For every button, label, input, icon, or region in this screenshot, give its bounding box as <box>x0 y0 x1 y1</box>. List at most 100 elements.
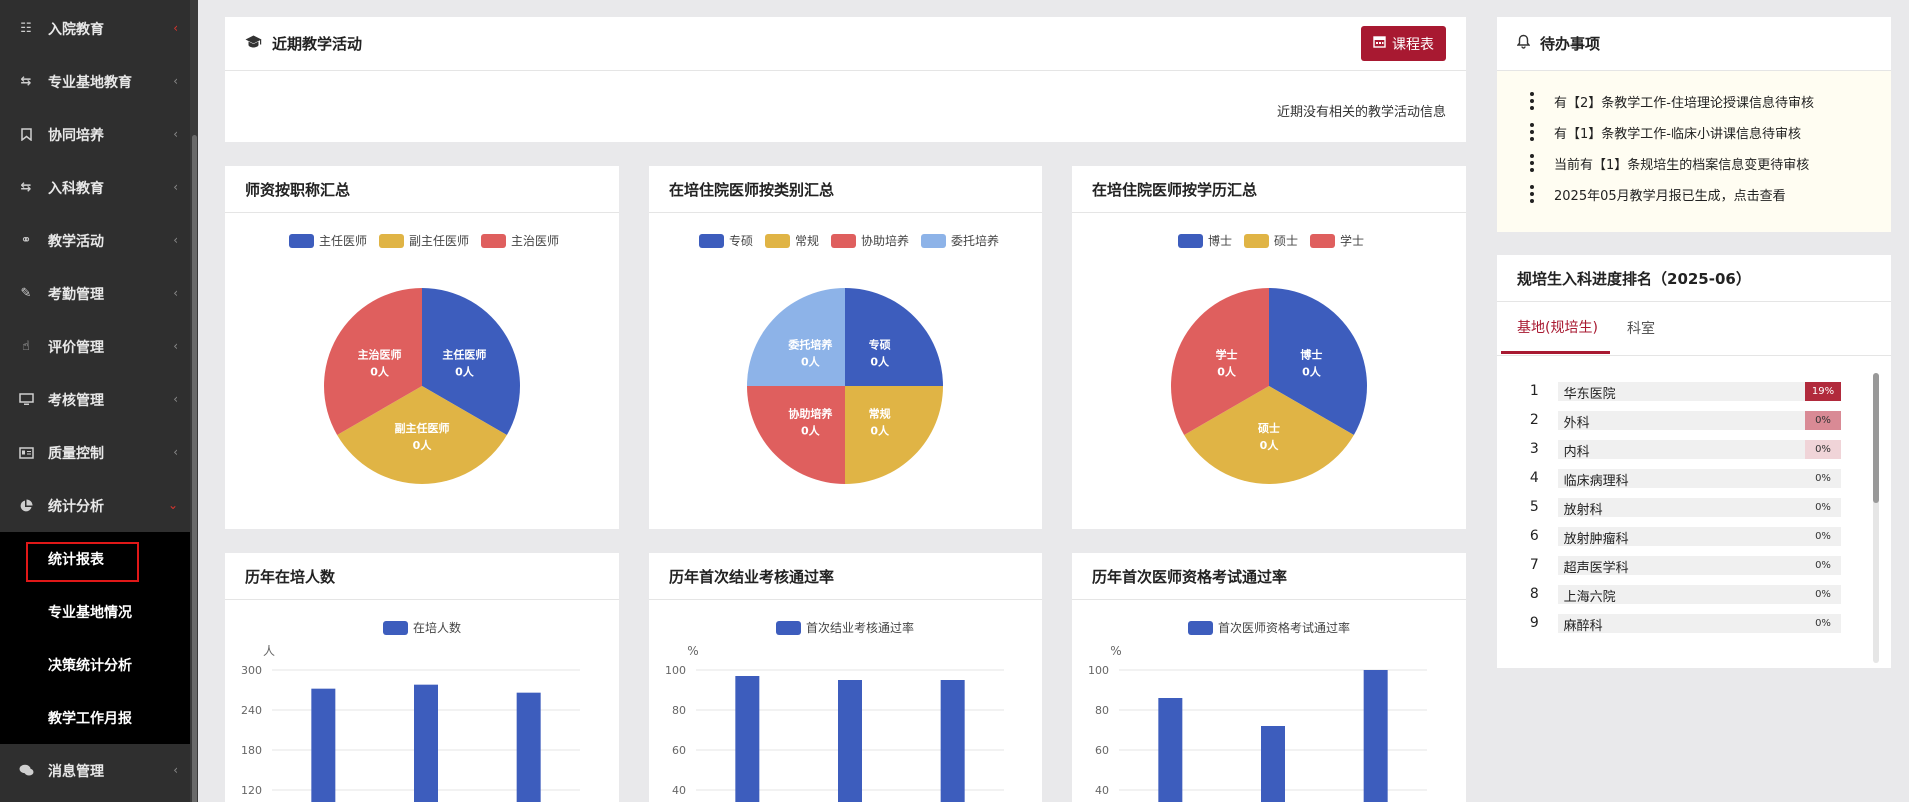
calendar-icon <box>1373 35 1386 52</box>
sidebar-item-department-entry-education[interactable]: ⇆ 入科教育 ‹ <box>0 161 190 214</box>
pie-slice[interactable] <box>747 288 845 386</box>
vertical-dots-icon <box>1529 92 1534 110</box>
sidebar-item-evaluation[interactable]: ☝ 评价管理 ‹ <box>0 320 190 373</box>
ranking-row[interactable]: 2 外科 0% <box>1521 410 1841 431</box>
rank-percent: 0% <box>1815 472 1831 484</box>
todo-item[interactable]: 2025年05月教学月报已生成，点击查看 <box>1529 184 1786 204</box>
y-tick-label: 80 <box>672 704 686 717</box>
recent-activity-panel: 近期教学活动 课程表 近期没有相关的教学活动信息 <box>225 17 1466 142</box>
tab-label: 基地(规培生) <box>1517 319 1598 336</box>
bar-panel-license-exam-pass-rate: 历年首次医师资格考试通过率 首次医师资格考试通过率 % 100 80 60 40 <box>1072 553 1466 802</box>
y-tick-label: 60 <box>1095 744 1109 757</box>
bar[interactable] <box>838 680 862 802</box>
ranking-row[interactable]: 3 内科 0% <box>1521 439 1841 460</box>
recent-activity-header: 近期教学活动 <box>225 17 1466 71</box>
ranking-title: 规培生入科进度排名（2025-06） <box>1517 269 1751 288</box>
sidebar-subitem-teaching-monthly-report[interactable]: 教学工作月报 <box>0 691 190 744</box>
sidebar-item-specialty-base-education[interactable]: ⇆ 专业基地教育 ‹ <box>0 55 190 108</box>
rank-percent: 0% <box>1815 588 1831 600</box>
sidebar-item-collaborative-training[interactable]: 协同培养 ‹ <box>0 108 190 161</box>
bar[interactable] <box>735 676 760 802</box>
rank-number: 9 <box>1529 615 1539 631</box>
chart-title: 在培住院医师按类别汇总 <box>649 166 1042 213</box>
bar-panel-completion-pass-rate: 历年首次结业考核通过率 首次结业考核通过率 % 100 80 60 40 <box>649 553 1042 802</box>
bar[interactable] <box>1261 726 1285 802</box>
sidebar-subitem-label: 教学工作月报 <box>48 710 132 727</box>
bar[interactable] <box>311 688 336 802</box>
ranking-row[interactable]: 7 超声医学科 0% <box>1521 555 1841 576</box>
chart-title: 历年首次医师资格考试通过率 <box>1072 553 1466 600</box>
rank-percent: 0% <box>1805 410 1841 430</box>
rank-number: 4 <box>1529 470 1539 486</box>
rank-progress-bar: 内科 0% <box>1557 439 1841 460</box>
sidebar-subitem-decision-analysis[interactable]: 决策统计分析 <box>0 638 190 691</box>
ranking-row[interactable]: 8 上海六院 0% <box>1521 584 1841 605</box>
rank-name: 华东医院 <box>1563 386 1616 402</box>
recent-activity-title: 近期教学活动 <box>272 35 363 53</box>
pie-slice-label: 委托培养 <box>787 337 833 351</box>
ranking-scrollbar[interactable] <box>1873 373 1879 663</box>
todo-item[interactable]: 有【2】条教学工作-住培理论授课信息待审核 <box>1529 91 1814 111</box>
schedule-button[interactable]: 课程表 <box>1361 26 1446 61</box>
sidebar-item-label: 入科教育 <box>48 180 104 197</box>
chart-title: 历年首次结业考核通过率 <box>649 553 1042 600</box>
sidebar-item-quality-control[interactable]: 质量控制 ‹ <box>0 426 190 479</box>
rank-number: 5 <box>1529 499 1539 515</box>
tab-department[interactable]: 科室 <box>1627 302 1655 354</box>
todo-item[interactable]: 当前有【1】条规培生的档案信息变更待审核 <box>1529 153 1809 173</box>
chevron-left-icon: ‹ <box>173 127 178 141</box>
pie-slice-value: 0人 <box>801 354 821 368</box>
pie-slice-value: 0人 <box>455 365 475 379</box>
sidebar-item-admission-education[interactable]: ☷ 入院教育 ‹ <box>0 2 190 55</box>
y-tick-label: 40 <box>672 784 686 797</box>
rank-name: 麻醉科 <box>1563 618 1603 634</box>
y-tick-label: 300 <box>241 664 262 677</box>
tab-base-residents[interactable]: 基地(规培生) <box>1501 302 1610 354</box>
sidebar-item-label: 统计分析 <box>48 498 104 515</box>
sidebar-item-teaching-activities[interactable]: ⚭ 教学活动 ‹ <box>0 214 190 267</box>
bar-chart: %100 80 60 40 <box>665 644 1004 802</box>
ranking-scroll-thumb[interactable] <box>1873 373 1879 503</box>
bar[interactable] <box>516 692 541 802</box>
pie-slice-label: 学士 <box>1216 348 1238 362</box>
y-tick-label: 100 <box>1088 664 1109 677</box>
chevron-left-icon: ‹ <box>173 233 178 247</box>
pie-slice-value: 0人 <box>1260 438 1280 452</box>
pie-slice[interactable] <box>845 288 943 386</box>
sidebar-item-statistics[interactable]: 统计分析 ⌄ <box>0 479 190 532</box>
sidebar-subitem-specialty-base-status[interactable]: 专业基地情况 <box>0 585 190 638</box>
sidebar-item-label: 消息管理 <box>48 763 104 780</box>
chevron-left-icon: ‹ <box>173 445 178 459</box>
rank-number: 8 <box>1529 586 1539 602</box>
ranking-row[interactable]: 4 临床病理科 0% <box>1521 468 1841 489</box>
ranking-row[interactable]: 9 麻醉科 0% <box>1521 613 1841 634</box>
y-axis-label: % <box>1110 644 1121 658</box>
todo-item[interactable]: 有【1】条教学工作-临床小讲课信息待审核 <box>1529 122 1801 142</box>
chevron-left-icon: ‹ <box>173 21 178 35</box>
sidebar-item-messages[interactable]: 消息管理 ‹ <box>0 744 190 797</box>
bar[interactable] <box>1158 698 1183 802</box>
empty-activity-message: 近期没有相关的教学活动信息 <box>1276 105 1446 120</box>
pie-slice[interactable] <box>747 386 845 484</box>
ranking-row[interactable]: 6 放射肿瘤科 0% <box>1521 526 1841 547</box>
pie-chart: 博士0人硕士0人学士0人 <box>1171 288 1367 484</box>
sidebar-scroll-thumb[interactable] <box>192 135 197 802</box>
monitor-icon <box>18 392 34 408</box>
bar[interactable] <box>1363 670 1388 802</box>
pie-slice-label: 主任医师 <box>442 348 486 362</box>
pie-slice[interactable] <box>845 386 943 484</box>
rank-name: 放射肿瘤科 <box>1563 531 1629 547</box>
rank-progress-bar: 外科 0% <box>1557 410 1841 431</box>
pie-slice-value: 0人 <box>1302 365 1322 379</box>
ranking-panel: 规培生入科进度排名（2025-06） 基地(规培生) 科室 1 华东医院 19% 2 外… <box>1497 255 1891 668</box>
pie-chart-icon <box>18 498 34 514</box>
ranking-row[interactable]: 1 华东医院 19% <box>1521 381 1841 402</box>
rank-number: 2 <box>1529 412 1539 428</box>
sidebar-item-attendance[interactable]: ✎ 考勤管理 ‹ <box>0 267 190 320</box>
bell-icon <box>1516 34 1531 53</box>
sidebar-item-assessment[interactable]: 考核管理 ‹ <box>0 373 190 426</box>
bar[interactable] <box>414 684 438 802</box>
ranking-row[interactable]: 5 放射科 0% <box>1521 497 1841 518</box>
bar[interactable] <box>940 680 965 802</box>
rank-name: 上海六院 <box>1563 589 1616 605</box>
